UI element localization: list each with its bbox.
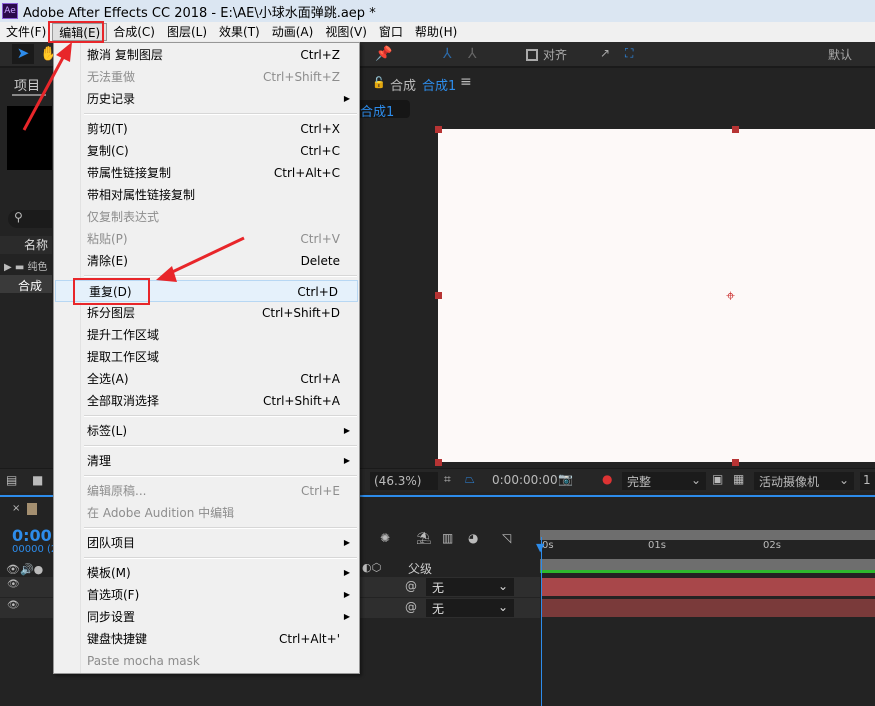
arrowhead-icon [56, 42, 72, 62]
arrowhead-icon [156, 266, 177, 282]
annotation-arrow [22, 51, 68, 131]
annotation-arrow [167, 236, 245, 276]
annotation-arrows [22, 42, 245, 282]
